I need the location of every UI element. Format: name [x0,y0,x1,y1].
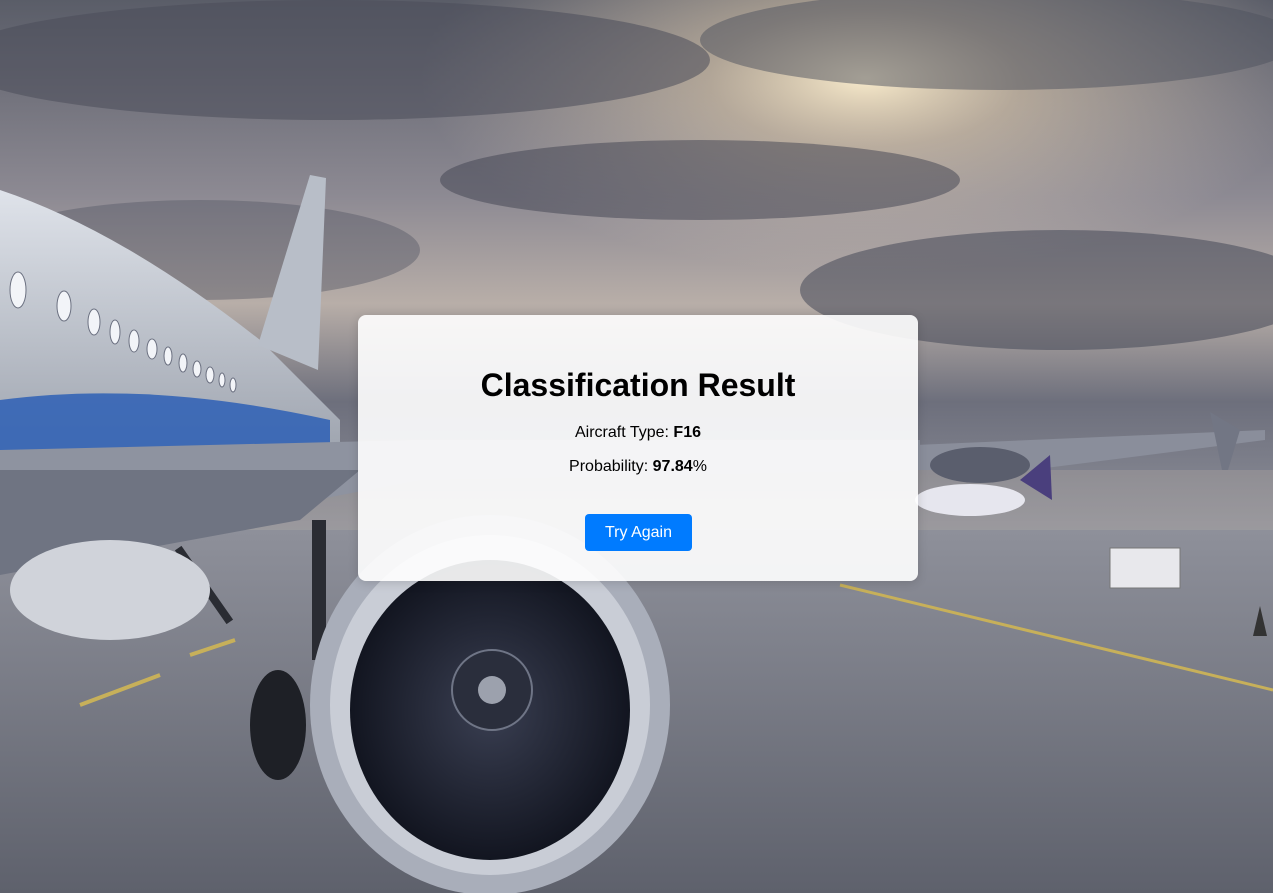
page-title: Classification Result [480,367,796,403]
try-again-button[interactable]: Try Again [585,514,692,551]
aircraft-type-value: F16 [673,424,701,441]
aircraft-type-row: Aircraft Type: F16 [358,423,918,443]
aircraft-type-label: Aircraft Type: [575,424,669,441]
probability-row: Probability: 97.84% [358,457,918,477]
probability-value: 97.84 [652,458,693,475]
probability-label: Probability: [569,458,649,475]
probability-unit: % [692,458,707,475]
result-card: Classification Result Aircraft Type: F16… [358,315,918,581]
